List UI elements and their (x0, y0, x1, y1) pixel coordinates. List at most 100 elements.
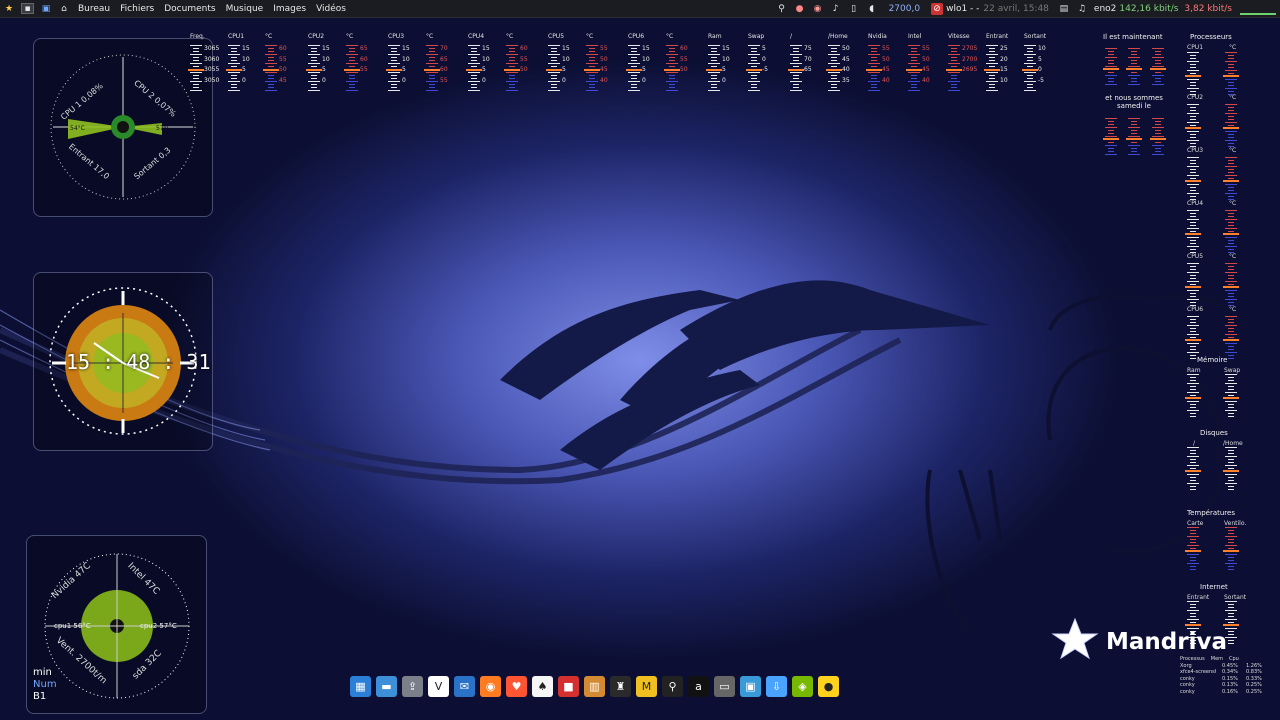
ventilo-label: Ventilo. (1224, 520, 1247, 527)
column-values-1: 15 10 5 0 (242, 45, 250, 84)
num-lock-indicator: Num (33, 679, 57, 690)
swap-scale-marker (1223, 397, 1239, 399)
ram-scale-marker (1185, 397, 1201, 399)
network-antenna-icon[interactable]: ⚲ (662, 676, 683, 697)
column-label-17: Nvidia (868, 33, 887, 40)
column-values-18: 55 50 45 40 (922, 45, 930, 84)
cpu-gauge (50, 54, 196, 200)
column-values-19: 2705 2700 2695 (962, 45, 978, 73)
column-marker-17 (866, 69, 882, 71)
sun-icon[interactable]: ● (818, 676, 839, 697)
nvidia-icon[interactable]: ◈ (792, 676, 813, 697)
column-label-20: Entrant (986, 33, 1009, 40)
cards-game-icon[interactable]: ♠ (532, 676, 553, 697)
date-scale-2-marker (1150, 138, 1166, 140)
column-label-21: Sortant (1024, 33, 1047, 40)
column-label-15: / (790, 33, 793, 40)
cpu5-temp-scale-marker (1223, 286, 1239, 288)
root-disk-scale-marker (1185, 470, 1201, 472)
memory-title: Mémoire (1197, 356, 1228, 364)
column-label-14: Swap (748, 33, 765, 40)
column-label-0: Freq. (190, 33, 205, 40)
column-values-10: 55 50 45 40 (600, 45, 608, 84)
column-values-11: 15 10 5 0 (642, 45, 650, 84)
red-cube-game-icon[interactable]: ■ (558, 676, 579, 697)
column-label-11: CPU6 (628, 33, 645, 40)
monitor-upload-icon[interactable]: ⇪ (402, 676, 423, 697)
entrant-scale-marker (1185, 624, 1201, 626)
internet-title: Internet (1200, 583, 1228, 591)
vivaldi-icon[interactable]: V (428, 676, 449, 697)
ventilo-scale-marker (1223, 550, 1239, 552)
time-title: Il est maintenant (1103, 33, 1163, 41)
column-marker-9 (546, 69, 562, 71)
column-values-16: 50 45 40 35 (842, 45, 850, 84)
show-desktop-icon[interactable]: ▬ (376, 676, 397, 697)
download-icon[interactable]: ⇩ (766, 676, 787, 697)
date-scale-0-marker (1103, 138, 1119, 140)
column-label-9: CPU5 (548, 33, 565, 40)
clock-panel: 15 : 48 : 31 (33, 272, 213, 451)
column-marker-16 (826, 69, 842, 71)
column-label-5: CPU3 (388, 33, 405, 40)
column-marker-12 (664, 69, 680, 71)
column-values-8: 60 55 50 (520, 45, 528, 73)
home-disk-label: /Home (1223, 440, 1243, 447)
brand-label: Mandriva (1106, 629, 1227, 655)
cpu1-deg: °C (1229, 44, 1237, 51)
column-values-4: 65 60 55 (360, 45, 368, 73)
column-label-8: °C (506, 33, 514, 40)
firefox-icon[interactable]: ◉ (480, 676, 501, 697)
column-values-5: 15 10 5 0 (402, 45, 410, 84)
a-icon[interactable]: a (688, 676, 709, 697)
process-table: Processus Mem Cpu Xorg 0.45% 1.26% xfce4-sc… (1180, 656, 1264, 695)
column-marker-6 (424, 69, 440, 71)
scanner-icon[interactable]: ▭ (714, 676, 735, 697)
home-disk-scale-marker (1223, 470, 1239, 472)
dock: ▦ ▬ ⇪ V ✉ ◉ ♥ ♠ ■ ▥ ♜ M ⚲ a ▭ ▣ ⇩ ◈ ● (350, 676, 839, 700)
column-marker-10 (584, 69, 600, 71)
column-label-1: CPU1 (228, 33, 245, 40)
column-values-12: 60 55 50 (680, 45, 688, 73)
column-marker-4 (344, 69, 360, 71)
column-marker-19 (946, 69, 962, 71)
cpu2-usage-scale-marker (1185, 127, 1201, 129)
column-values-15: 75 70 65 (804, 45, 812, 73)
column-label-3: CPU2 (308, 33, 325, 40)
column-values-17: 55 50 45 40 (882, 45, 890, 84)
thunderbird-icon[interactable]: ✉ (454, 676, 475, 697)
cpu2-temp-scale-marker (1223, 127, 1239, 129)
sortant-label: Sortant (1224, 594, 1247, 601)
column-values-7: 15 10 5 0 (482, 45, 490, 84)
carte-label: Carte (1187, 520, 1204, 527)
column-marker-7 (466, 69, 482, 71)
cpu1-usage-scale-marker (1185, 75, 1201, 77)
column-values-21: 10 5 0 -5 (1038, 45, 1046, 84)
column-values-13: 15 10 5 0 (722, 45, 730, 84)
screen-capture-icon[interactable]: ▣ (740, 676, 761, 697)
brave-icon[interactable]: ♥ (506, 676, 527, 697)
column-marker-21 (1022, 69, 1038, 71)
time-scale-2-marker (1150, 68, 1166, 70)
column-label-19: Vitesse (948, 33, 970, 40)
column-marker-14 (746, 69, 762, 71)
column-marker-3 (306, 69, 322, 71)
column-marker-0 (188, 69, 204, 71)
column-values-9: 15 10 5 0 (562, 45, 570, 84)
money-manager-icon[interactable]: M (636, 676, 657, 697)
cpu-left-temp: 54°C (70, 125, 85, 132)
column-values-20: 25 20 15 10 (1000, 45, 1008, 84)
entrant-label: Entrant (1187, 594, 1210, 601)
cpu-gauge-panel: CPU 1 0,08% CPU 2 0,07% 54°C 57°C Entran… (33, 38, 213, 217)
window-manager-icon[interactable]: ▦ (350, 676, 371, 697)
time-scale-0-marker (1103, 68, 1119, 70)
mahjong-icon[interactable]: ▥ (584, 676, 605, 697)
column-values-0: 3065 3060 3055 3050 (204, 45, 220, 84)
column-values-6: 70 65 60 55 (440, 45, 448, 84)
column-label-2: °C (265, 33, 273, 40)
date-scale-1-marker (1126, 138, 1142, 140)
column-marker-11 (626, 69, 642, 71)
chess-icon[interactable]: ♜ (610, 676, 631, 697)
column-label-10: °C (586, 33, 594, 40)
root-disk-label: / (1193, 440, 1196, 447)
